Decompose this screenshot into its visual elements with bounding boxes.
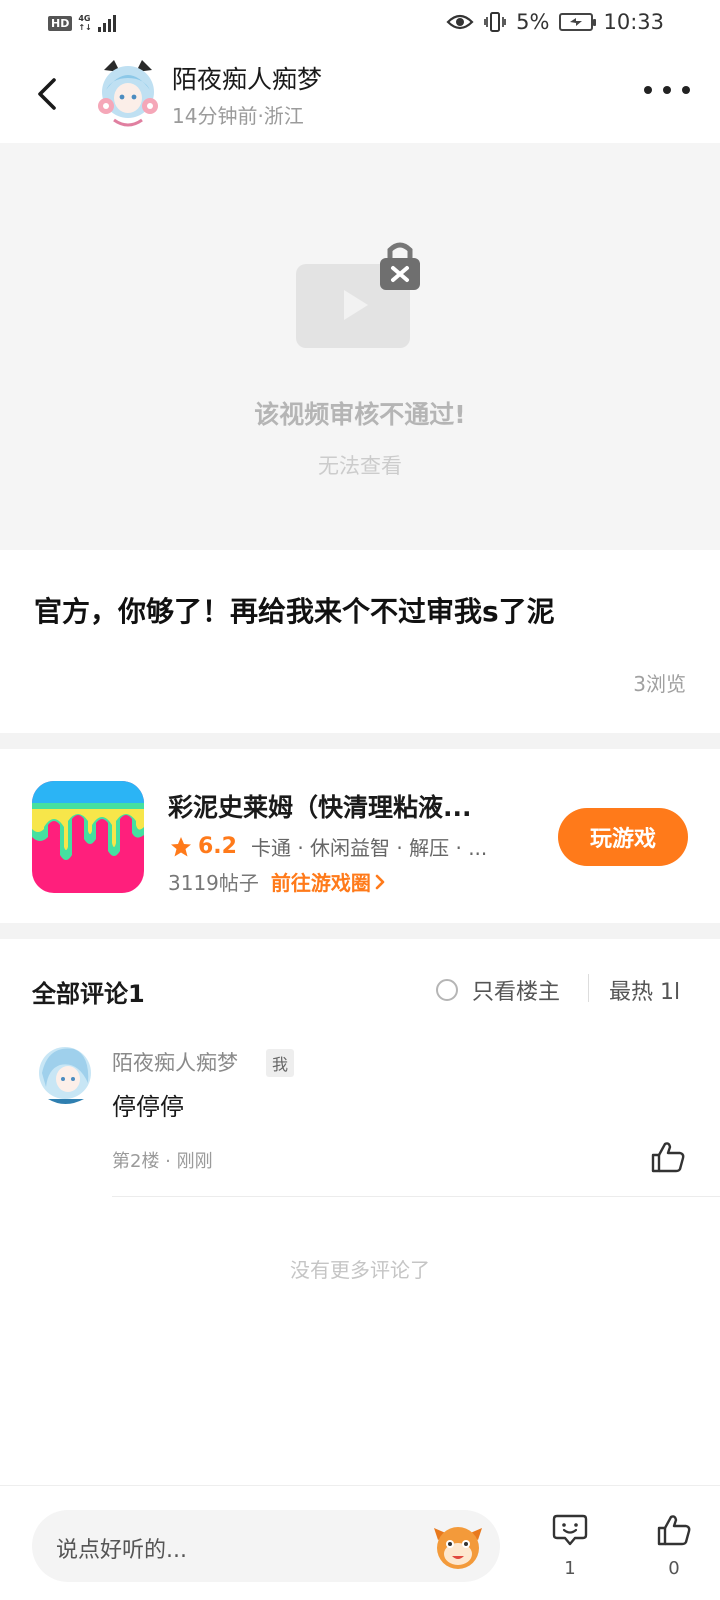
owner-only-label[interactable]: 只看楼主 xyxy=(472,974,560,1006)
battery-percent: 5% xyxy=(516,10,550,34)
author-name[interactable]: 陌夜痴人痴梦 xyxy=(172,60,322,96)
network-arrows: ↑↓ xyxy=(78,23,92,32)
author-avatar[interactable] xyxy=(96,56,160,130)
me-badge: 我 xyxy=(266,1049,295,1077)
post-text: 官方，你够了！再给我来个不过审我s了泥 xyxy=(34,595,555,628)
bottom-action-bar: 说点好听的... 1 0 xyxy=(0,1485,720,1600)
back-arrow-icon[interactable] xyxy=(28,72,68,116)
eye-icon xyxy=(446,14,474,30)
network-type: 4G ↑↓ xyxy=(78,14,91,32)
radio-icon[interactable] xyxy=(436,979,458,1001)
comment-count: 1 xyxy=(564,1558,576,1579)
locked-video-icon xyxy=(296,242,420,348)
chevron-right-icon[interactable] xyxy=(371,872,389,892)
view-count: 3浏览 xyxy=(633,672,686,696)
status-bar: HD 4G ↑↓ 5% 10:33 xyxy=(0,0,720,50)
game-circle-link[interactable]: 前往游戏圈 xyxy=(271,867,371,896)
owner-only-toggle[interactable]: 只看楼主 xyxy=(436,974,560,1006)
game-title[interactable]: 彩泥史莱姆（快清理粘液... xyxy=(168,788,472,824)
game-rating-row: 6.2 卡通 · 休闲益智 · 解压 · ... xyxy=(170,832,487,861)
status-left: HD 4G ↑↓ xyxy=(48,14,116,32)
comment-bubble-icon[interactable] xyxy=(552,1512,588,1548)
no-more-comments: 没有更多评论了 xyxy=(290,1258,430,1282)
like-action[interactable]: 0 xyxy=(652,1512,696,1579)
status-right: 5% 10:33 xyxy=(446,10,664,34)
video-player-blocked: 该视频审核不通过! 无法查看 xyxy=(0,143,720,550)
game-rating: 6.2 xyxy=(198,834,237,859)
comment-input-placeholder[interactable]: 说点好听的... xyxy=(56,1532,187,1564)
thumbs-up-icon[interactable] xyxy=(650,1140,686,1174)
blocked-subtitle: 无法查看 xyxy=(318,454,402,478)
post-header: 陌夜痴人痴梦 14分钟前·浙江 xyxy=(0,50,720,140)
star-icon xyxy=(171,836,191,856)
section-divider xyxy=(0,923,720,939)
filter-divider xyxy=(588,974,589,1002)
vibrate-icon xyxy=(484,12,506,32)
comment-action[interactable]: 1 xyxy=(548,1512,592,1579)
game-posts-row: 3119帖子 前往游戏圈 xyxy=(168,867,389,896)
comment-avatar[interactable] xyxy=(38,1043,92,1109)
battery-icon xyxy=(559,13,597,31)
comment-floor-time: 第2楼 · 刚刚 xyxy=(112,1151,213,1172)
signal-icon xyxy=(97,14,116,32)
hd-badge: HD xyxy=(48,15,73,31)
emoji-mascot-icon[interactable] xyxy=(432,1520,484,1572)
comments-heading: 全部评论1 xyxy=(32,980,145,1008)
like-count: 0 xyxy=(668,1558,680,1579)
comment-input[interactable]: 说点好听的... xyxy=(32,1510,500,1582)
network-label: 4G xyxy=(78,14,91,23)
game-post-count: 3119帖子 xyxy=(168,871,259,895)
comment-separator xyxy=(112,1196,720,1197)
game-tags: 卡通 · 休闲益智 · 解压 · ... xyxy=(250,836,488,860)
thumbs-up-icon[interactable] xyxy=(656,1512,692,1548)
section-divider xyxy=(0,733,720,749)
game-icon[interactable] xyxy=(32,781,144,893)
blocked-title: 该视频审核不通过! xyxy=(254,400,466,429)
comment-author[interactable]: 陌夜痴人痴梦 xyxy=(112,1047,238,1077)
post-time-location: 14分钟前·浙江 xyxy=(172,104,304,128)
more-options-icon[interactable] xyxy=(644,82,690,98)
play-game-button[interactable]: 玩游戏 xyxy=(558,808,688,866)
sort-toggle[interactable]: 最热 1l xyxy=(609,974,689,1006)
comment-text: 停停停 xyxy=(112,1093,184,1121)
clock: 10:33 xyxy=(603,10,664,34)
